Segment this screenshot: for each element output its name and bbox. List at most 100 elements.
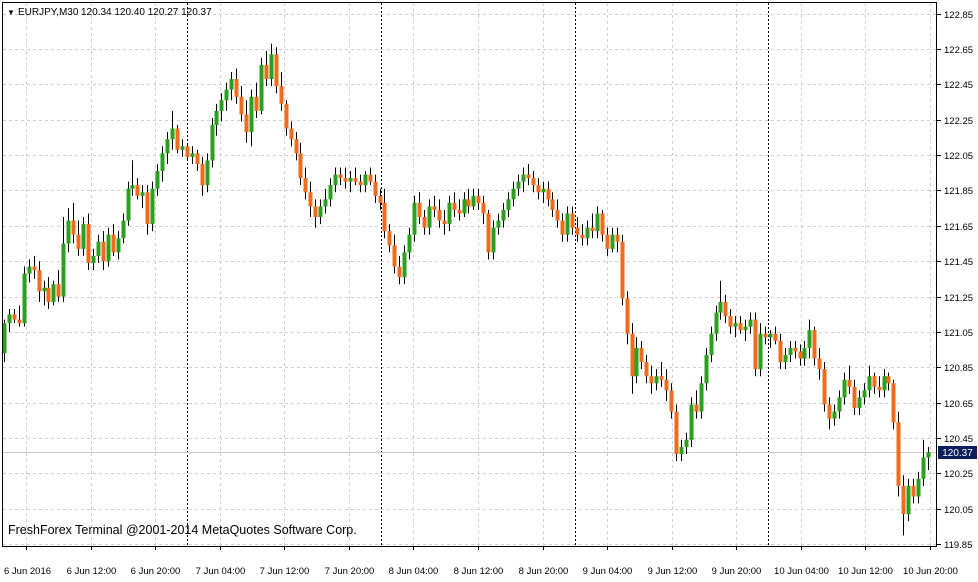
candle-body xyxy=(338,174,343,179)
candle-body xyxy=(462,199,467,214)
candle-body xyxy=(565,213,570,235)
candle xyxy=(175,125,180,154)
candle-body xyxy=(17,319,22,324)
candle-body xyxy=(793,347,798,352)
candle-body xyxy=(575,227,580,235)
candle-body xyxy=(373,181,378,196)
collapse-arrow-icon[interactable]: ▼ xyxy=(7,8,15,17)
candle xyxy=(486,209,491,260)
candle-body xyxy=(121,220,126,239)
y-tick-label: 121.85 xyxy=(944,186,973,197)
candle-body xyxy=(699,383,704,412)
candle-body xyxy=(763,333,768,338)
candle-body xyxy=(294,139,299,154)
candle-body xyxy=(46,287,51,302)
candle-body xyxy=(877,386,882,391)
y-tick-label: 122.05 xyxy=(944,151,973,162)
candle-body xyxy=(837,397,842,412)
candle-body xyxy=(284,103,289,129)
candle-body xyxy=(71,220,76,235)
x-tick-label: 9 Jun 20:00 xyxy=(712,566,762,577)
candle-body xyxy=(353,178,358,182)
current-price-tag: 120.37 xyxy=(938,446,977,459)
candle-body xyxy=(61,243,66,297)
x-tick-label: 10 Jun 20:00 xyxy=(903,566,958,577)
candle-body xyxy=(570,213,575,228)
candle-body xyxy=(862,390,867,398)
candle-body xyxy=(852,386,857,409)
candle-body xyxy=(66,220,71,244)
candle-body xyxy=(615,234,620,242)
candle-body xyxy=(412,202,417,235)
candle-body xyxy=(175,128,180,150)
candle-body xyxy=(7,314,12,324)
candle xyxy=(22,266,27,327)
candle-body xyxy=(684,439,689,447)
candle-body xyxy=(516,181,521,189)
candle-body xyxy=(397,266,402,278)
candle-body xyxy=(798,351,803,359)
watermark-text: FreshForex Terminal @2001-2014 MetaQuote… xyxy=(8,523,357,537)
candle-body xyxy=(205,160,210,186)
candle-body xyxy=(427,206,432,228)
candle xyxy=(150,181,155,232)
candle-body xyxy=(2,323,7,354)
candle-body xyxy=(452,202,457,210)
candle-body xyxy=(457,209,462,214)
candle-body xyxy=(471,195,476,207)
y-tick-label: 120.85 xyxy=(944,363,973,374)
y-tick-label: 121.65 xyxy=(944,222,973,233)
candle-body xyxy=(753,319,758,370)
candle-body xyxy=(896,422,901,486)
candle-body xyxy=(27,266,32,274)
candle-body xyxy=(748,319,753,327)
candle-body xyxy=(669,390,674,412)
x-tick-label: 8 Jun 04:00 xyxy=(389,566,439,577)
y-tick-label: 122.85 xyxy=(944,10,973,21)
candle-body xyxy=(886,376,891,384)
candle-body xyxy=(501,209,506,221)
candle-body xyxy=(590,227,595,232)
candle-body xyxy=(224,89,229,101)
candle-body xyxy=(407,234,412,253)
candle-body xyxy=(56,284,61,297)
candle-body xyxy=(200,163,205,186)
candle-body xyxy=(788,347,793,355)
candle-body xyxy=(106,234,111,262)
y-tick-label: 121.05 xyxy=(944,328,973,339)
candle-body xyxy=(926,452,931,458)
candle-body xyxy=(343,178,348,182)
candle-body xyxy=(32,266,37,271)
price-chart[interactable]: 122.85 122.65 122.45 122.25 122.05 121.85 121.… xyxy=(0,0,978,582)
x-tick-label: 6 Jun 20:00 xyxy=(131,566,181,577)
candle-body xyxy=(22,273,27,324)
candle-body xyxy=(195,153,200,164)
candle-body xyxy=(817,358,822,370)
candle-body xyxy=(486,213,491,253)
candle-body xyxy=(728,316,733,327)
candle-body xyxy=(12,314,17,320)
candle-body xyxy=(758,333,763,370)
candle-body xyxy=(476,195,481,203)
x-tick-label: 8 Jun 12:00 xyxy=(454,566,504,577)
candle xyxy=(674,404,679,462)
candle-body xyxy=(536,185,541,193)
candle-body xyxy=(600,213,605,235)
current-price-label: 120.37 xyxy=(942,448,973,459)
candle-body xyxy=(807,330,812,348)
x-tick-label: 8 Jun 20:00 xyxy=(519,566,569,577)
candle-body xyxy=(466,199,471,207)
candle-body xyxy=(165,139,170,154)
candle-body xyxy=(190,153,195,157)
candle-body xyxy=(442,220,447,225)
candle-body xyxy=(111,234,116,253)
candle-body xyxy=(274,54,279,87)
candle-body xyxy=(709,333,714,355)
candle xyxy=(51,280,56,306)
candle-body xyxy=(872,376,877,387)
candle-body xyxy=(550,199,555,210)
x-tick-label: 6 Jun 2016 xyxy=(4,566,51,577)
candle-body xyxy=(704,354,709,384)
candle-body xyxy=(664,379,669,391)
x-tick-label: 9 Jun 12:00 xyxy=(648,566,698,577)
